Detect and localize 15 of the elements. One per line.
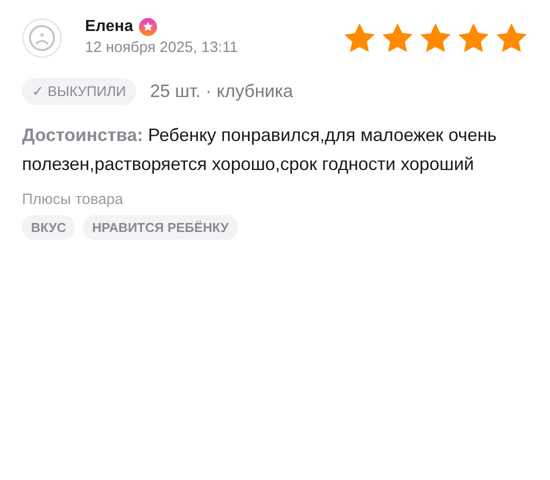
purchased-badge: ✓ ВЫКУПИЛИ	[22, 78, 136, 105]
pros-tag: НРАВИТСЯ РЕБЁНКУ	[83, 215, 238, 240]
star-icon	[419, 22, 452, 54]
star-icon	[457, 22, 490, 54]
avatar-icon	[22, 18, 62, 58]
product-variant: 25 шт. · клубника	[150, 81, 294, 102]
pros-title: Плюсы товара	[22, 191, 124, 208]
star-icon	[343, 22, 376, 54]
pros-tag: ВКУС	[22, 215, 76, 240]
author-name: Елена	[85, 18, 134, 36]
review-date: 12 ноября 2025, 13:11	[85, 39, 238, 56]
review-text: Достоинства: Ребенку понравился,для малоежек очень полезен,растворяется хорошо,срок годности хороший	[22, 124, 498, 176]
star-icon	[495, 22, 528, 54]
star-badge-icon	[139, 18, 158, 36]
star-icon	[381, 22, 414, 54]
